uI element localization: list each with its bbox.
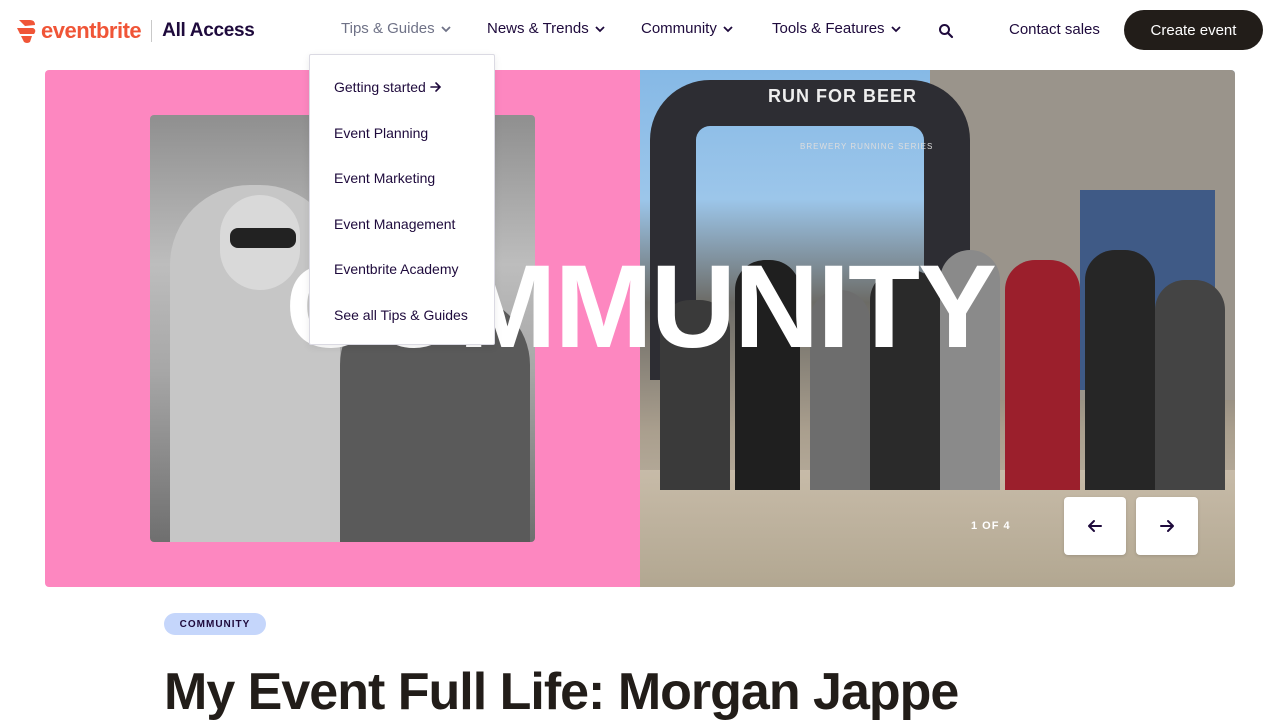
article-title: My Event Full Life: Morgan Jappe [164, 663, 959, 720]
nav-label: Tips & Guides [341, 20, 435, 37]
carousel-pager: 1 OF 4 [971, 520, 1011, 532]
nav-tools-features[interactable]: Tools & Features [772, 20, 901, 37]
nav-label: Community [641, 20, 717, 37]
hero-overlay-word: COMMUNITY [285, 241, 997, 373]
carousel-next-button[interactable] [1136, 497, 1198, 555]
search-icon[interactable] [938, 23, 954, 39]
tips-guides-dropdown-menu: Getting started Event Planning Event Mar… [309, 54, 495, 345]
chevron-down-icon [890, 25, 901, 32]
nav-community[interactable]: Community [641, 20, 733, 37]
arrow-right-icon [430, 82, 441, 92]
arch-banner-subtext: BREWERY RUNNING SERIES [800, 142, 934, 151]
menu-item-see-all[interactable]: See all Tips & Guides [334, 307, 468, 323]
nav-label: News & Trends [487, 20, 589, 37]
logo-wordmark: eventbrite [41, 18, 142, 43]
chevron-down-icon [441, 25, 451, 32]
menu-item-event-management[interactable]: Event Management [334, 216, 455, 232]
arch-banner-text: RUN FOR BEER [768, 86, 918, 106]
chevron-down-icon [723, 25, 733, 32]
eventbrite-logo-mark-icon [17, 20, 36, 43]
menu-item-label: Getting started [334, 79, 426, 95]
arrow-right-icon [1160, 520, 1174, 532]
contact-sales-link[interactable]: Contact sales [1009, 21, 1100, 38]
arrow-left-icon [1088, 520, 1102, 532]
category-badge[interactable]: COMMUNITY [164, 613, 266, 635]
menu-item-event-planning[interactable]: Event Planning [334, 125, 428, 141]
eventbrite-logo[interactable]: eventbrite All Access [16, 18, 255, 44]
nav-label: Tools & Features [772, 20, 885, 37]
carousel-prev-button[interactable] [1064, 497, 1126, 555]
hero-carousel: RUN FOR BEER BREWERY RUNNING SERIES COMM… [45, 70, 1235, 587]
create-event-button[interactable]: Create event [1124, 10, 1263, 50]
menu-item-getting-started[interactable]: Getting started [334, 79, 442, 95]
chevron-down-icon [595, 25, 605, 32]
logo-subtitle: All Access [162, 20, 255, 41]
menu-item-event-marketing[interactable]: Event Marketing [334, 170, 435, 186]
nav-tips-guides[interactable]: Tips & Guides [341, 20, 451, 37]
logo-divider [151, 20, 153, 42]
site-header: eventbrite All Access Tips & Guides News… [0, 0, 1280, 62]
menu-item-eventbrite-academy[interactable]: Eventbrite Academy [334, 261, 459, 277]
nav-news-trends[interactable]: News & Trends [487, 20, 605, 37]
